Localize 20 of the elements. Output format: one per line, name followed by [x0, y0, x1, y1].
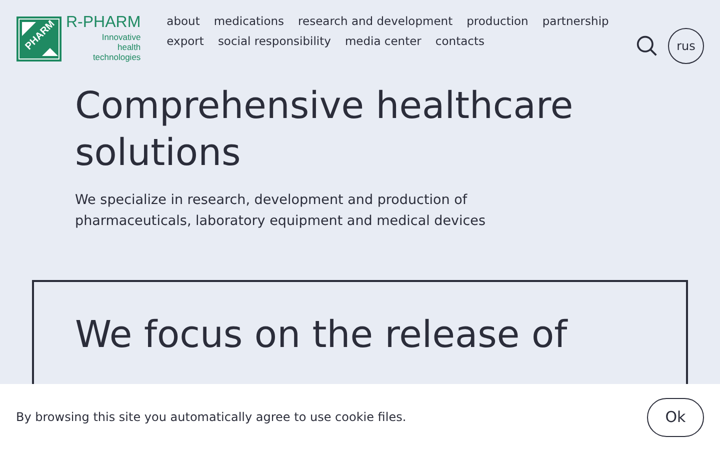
brand-name: R-PHARM — [66, 14, 141, 32]
nav-link[interactable]: about — [166, 14, 200, 29]
nav-link[interactable]: partnership — [542, 14, 609, 29]
language-button[interactable]: rus — [668, 28, 704, 64]
nav-link[interactable]: social responsibility — [218, 34, 331, 49]
nav-link[interactable]: export — [166, 34, 204, 49]
nav-link[interactable]: media center — [344, 34, 422, 49]
nav-link[interactable]: medications — [214, 14, 284, 29]
hero-title: Comprehensive healthcare solutions — [75, 83, 574, 176]
nav-link[interactable]: research and development — [298, 14, 453, 29]
tagline: health — [118, 42, 141, 52]
nav-link[interactable]: contacts — [435, 34, 484, 49]
card-title: We focus on the release of — [75, 312, 569, 358]
hero-text: We specialize in research, development and production of pharmaceuticals, laboratory equipment and medical devices — [75, 191, 487, 231]
cookie-text: By browsing this site you automatically agree to use cookie files. — [16, 410, 406, 424]
tagline: technologies — [92, 52, 141, 62]
ok-button[interactable]: Ok — [647, 398, 704, 436]
nav-link[interactable]: production — [466, 14, 528, 29]
search-icon[interactable] — [636, 35, 658, 57]
tagline: Innovative — [102, 32, 141, 42]
